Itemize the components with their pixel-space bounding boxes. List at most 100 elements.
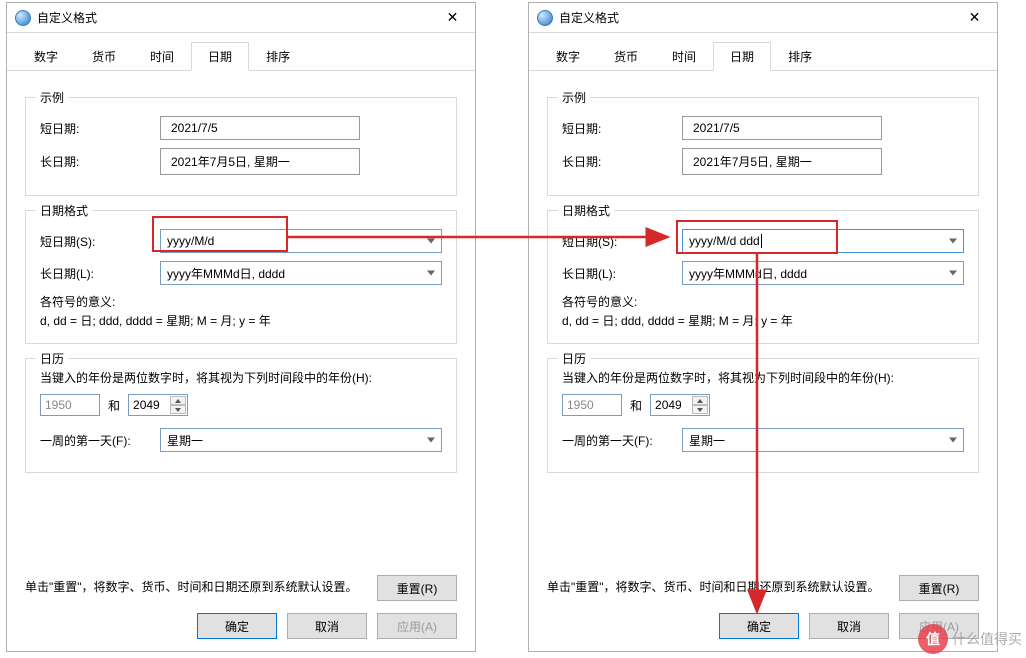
label-first-day: 一周的第一天(F): [40,432,160,449]
ok-button[interactable]: 确定 [197,613,277,639]
label-short-date: 短日期: [562,120,682,137]
symbol-meaning: 各符号的意义: d, dd = 日; ddd, dddd = 星期; M = 月… [562,293,964,331]
apply-button[interactable]: 应用(A) [377,613,457,639]
chevron-down-icon [949,271,957,276]
chevron-down-icon [427,271,435,276]
label-long-date-l: 长日期(L): [40,265,160,282]
first-day-combo[interactable]: 星期一 [160,428,442,452]
year-to-value: 2049 [655,398,682,412]
titlebar: 自定义格式 ✕ [529,3,997,33]
dialog-left: 自定义格式 ✕ 数字 货币 时间 日期 排序 示例 短日期: 2021/7/5 … [6,2,476,652]
dialog-right: 自定义格式 ✕ 数字 货币 时间 日期 排序 示例 短日期: 2021/7/5 … [528,2,998,652]
tab-currency[interactable]: 货币 [597,42,655,71]
group-calendar-label: 日历 [36,350,68,367]
group-date-format-label: 日期格式 [36,202,92,219]
symbol-body: d, dd = 日; ddd, dddd = 星期; M = 月; y = 年 [562,312,964,331]
year-to-input[interactable]: 2049 [128,394,188,416]
tab-sort[interactable]: 排序 [771,42,829,71]
tab-time[interactable]: 时间 [133,42,191,71]
tab-date[interactable]: 日期 [191,42,249,71]
text-cursor [761,234,762,248]
label-long-date: 长日期: [40,153,160,170]
spinner-up-icon[interactable] [692,396,708,405]
group-calendar-label: 日历 [558,350,590,367]
tab-number[interactable]: 数字 [17,42,75,71]
chevron-down-icon [427,438,435,443]
group-example-label: 示例 [558,89,590,106]
label-short-date: 短日期: [40,120,160,137]
year-to-input[interactable]: 2049 [650,394,710,416]
long-date-format-combo[interactable]: yyyy年MMMd日, dddd [160,261,442,285]
tab-time[interactable]: 时间 [655,42,713,71]
window-title: 自定义格式 [37,9,430,26]
label-short-date-s: 短日期(S): [562,233,682,250]
symbol-body: d, dd = 日; ddd, dddd = 星期; M = 月; y = 年 [40,312,442,331]
long-date-format-combo[interactable]: yyyy年MMMd日, dddd [682,261,964,285]
reset-text: 单击"重置"，将数字、货币、时间和日期还原到系统默认设置。 [25,578,367,597]
short-date-format-value: yyyy/M/d [167,234,435,248]
year-from-input: 1950 [562,394,622,416]
cancel-button[interactable]: 取消 [287,613,367,639]
reset-button[interactable]: 重置(R) [377,575,457,601]
chevron-down-icon [949,438,957,443]
short-date-format-combo[interactable]: yyyy/M/d [160,229,442,253]
cancel-button[interactable]: 取消 [809,613,889,639]
group-date-format: 日期格式 短日期(S): yyyy/M/d 长日期(L): yyyy年MMMd日… [25,210,457,344]
short-date-format-value: yyyy/M/d ddd [689,234,957,249]
label-short-date-s: 短日期(S): [40,233,160,250]
label-long-date-l: 长日期(L): [562,265,682,282]
reset-text: 单击"重置"，将数字、货币、时间和日期还原到系统默认设置。 [547,578,889,597]
tab-bar: 数字 货币 时间 日期 排序 [529,33,997,71]
year-to-spinner[interactable] [170,396,186,414]
example-short-date: 2021/7/5 [682,116,882,140]
close-button[interactable]: ✕ [952,3,997,32]
group-date-format-label: 日期格式 [558,202,614,219]
year-from-value: 1950 [567,398,594,412]
example-long-date: 2021年7月5日, 星期一 [160,148,360,175]
watermark: 值 什么值得买 [918,624,1022,654]
year-to-value: 2049 [133,398,160,412]
globe-icon [15,10,31,26]
globe-icon [537,10,553,26]
button-row: 确定 取消 应用(A) [197,613,457,639]
and-label: 和 [108,397,120,414]
first-day-value: 星期一 [167,432,435,449]
group-example: 示例 短日期: 2021/7/5 长日期: 2021年7月5日, 星期一 [25,97,457,196]
year-to-spinner[interactable] [692,396,708,414]
year-from-input: 1950 [40,394,100,416]
symbol-meaning: 各符号的意义: d, dd = 日; ddd, dddd = 星期; M = 月… [40,293,442,331]
tab-sort[interactable]: 排序 [249,42,307,71]
spinner-down-icon[interactable] [170,405,186,414]
first-day-combo[interactable]: 星期一 [682,428,964,452]
example-long-date: 2021年7月5日, 星期一 [682,148,882,175]
close-button[interactable]: ✕ [430,3,475,32]
group-calendar: 日历 当键入的年份是两位数字时，将其视为下列时间段中的年份(H): 1950 和… [25,358,457,473]
spinner-down-icon[interactable] [692,405,708,414]
symbol-header: 各符号的意义: [40,293,442,312]
tab-date[interactable]: 日期 [713,42,771,71]
group-date-format: 日期格式 短日期(S): yyyy/M/d ddd 长日期(L): yyyy年M… [547,210,979,344]
reset-button[interactable]: 重置(R) [899,575,979,601]
ok-button[interactable]: 确定 [719,613,799,639]
spinner-up-icon[interactable] [170,396,186,405]
calendar-line: 当键入的年份是两位数字时，将其视为下列时间段中的年份(H): [40,369,442,386]
chevron-down-icon [427,239,435,244]
tab-currency[interactable]: 货币 [75,42,133,71]
long-date-format-value: yyyy年MMMd日, dddd [689,265,957,282]
long-date-format-value: yyyy年MMMd日, dddd [167,265,435,282]
group-example-label: 示例 [36,89,68,106]
tab-bar: 数字 货币 时间 日期 排序 [7,33,475,71]
label-first-day: 一周的第一天(F): [562,432,682,449]
panel: 示例 短日期: 2021/7/5 长日期: 2021年7月5日, 星期一 日期格… [7,71,475,473]
group-example: 示例 短日期: 2021/7/5 长日期: 2021年7月5日, 星期一 [547,97,979,196]
first-day-value: 星期一 [689,432,957,449]
window-title: 自定义格式 [559,9,952,26]
and-label: 和 [630,397,642,414]
label-long-date: 长日期: [562,153,682,170]
reset-row: 单击"重置"，将数字、货币、时间和日期还原到系统默认设置。 重置(R) [25,575,457,601]
reset-row: 单击"重置"，将数字、货币、时间和日期还原到系统默认设置。 重置(R) [547,575,979,601]
tab-number[interactable]: 数字 [539,42,597,71]
calendar-line: 当键入的年份是两位数字时，将其视为下列时间段中的年份(H): [562,369,964,386]
group-calendar: 日历 当键入的年份是两位数字时，将其视为下列时间段中的年份(H): 1950 和… [547,358,979,473]
short-date-format-combo[interactable]: yyyy/M/d ddd [682,229,964,253]
